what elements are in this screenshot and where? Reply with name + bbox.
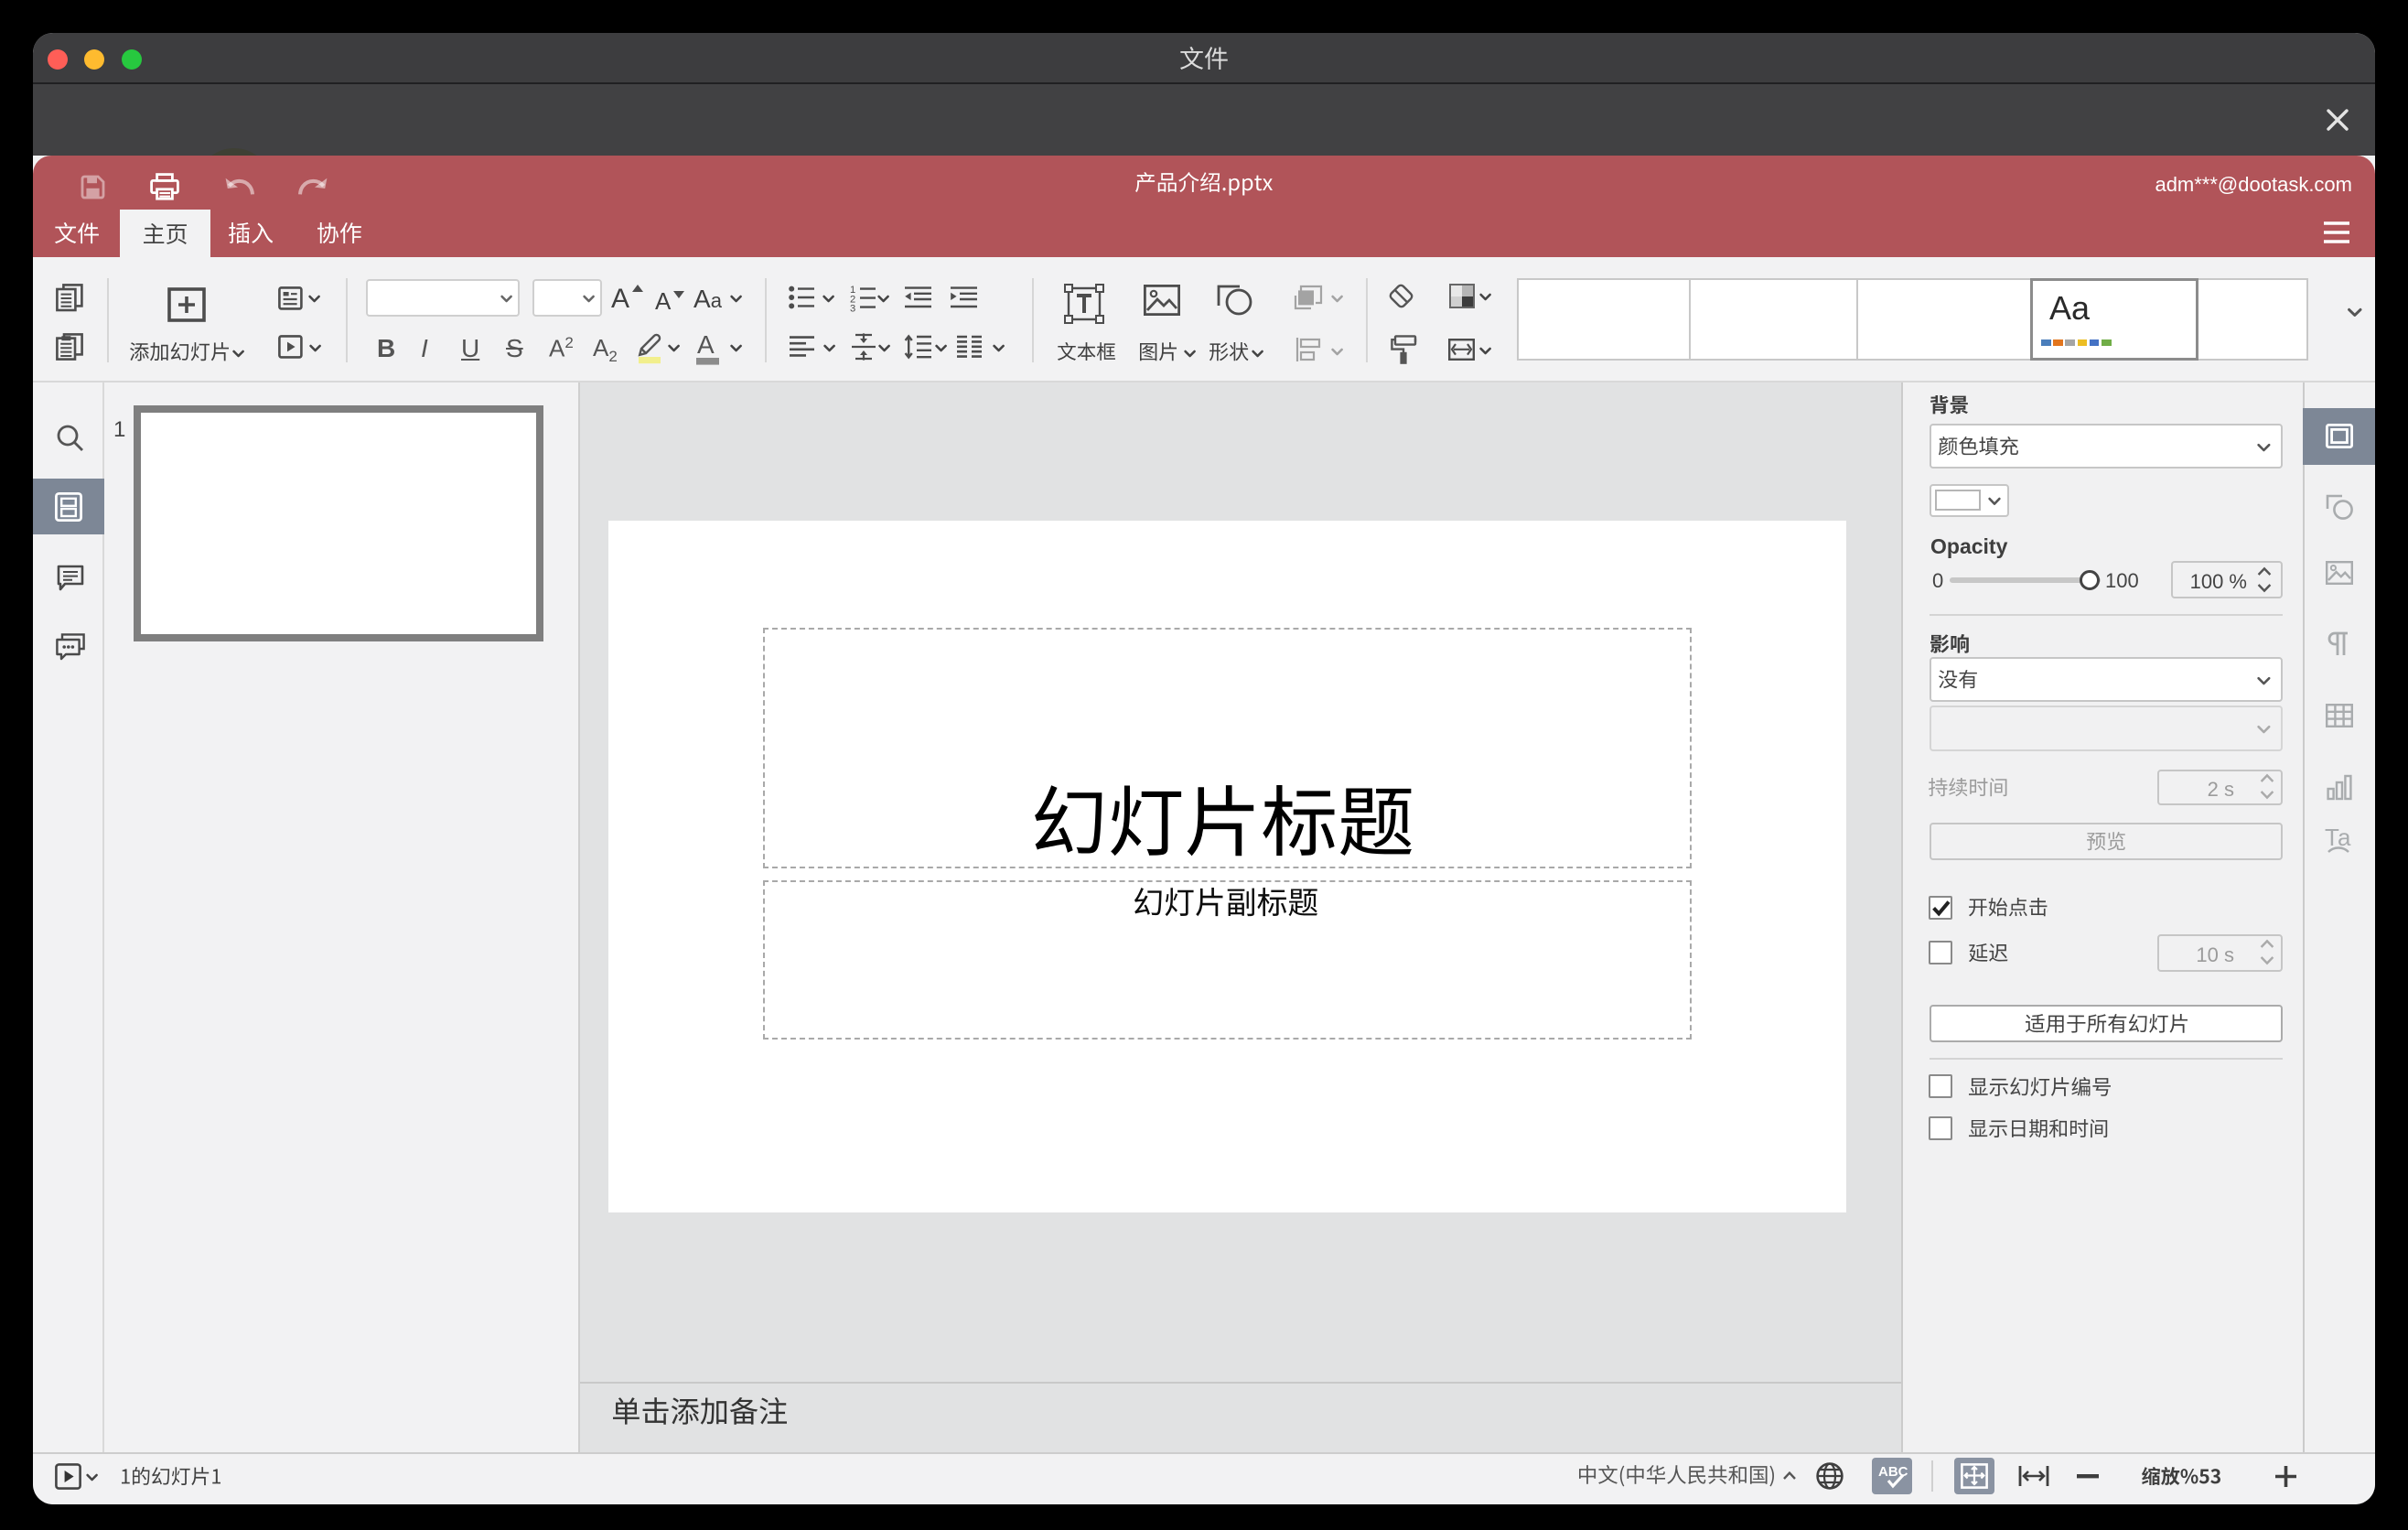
svg-text:3: 3 — [850, 304, 855, 315]
svg-text:ABC: ABC — [1878, 1464, 1908, 1480]
